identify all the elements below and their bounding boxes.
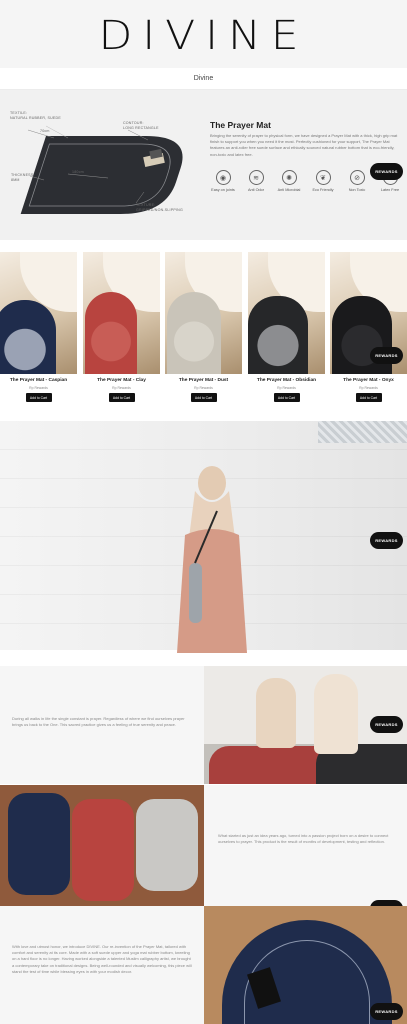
story-text: During all walks in life the single cons… <box>12 716 185 728</box>
feature-label: Eco Friendly <box>312 188 334 192</box>
feature-item: ◉ Easy on joints <box>208 170 238 192</box>
story-text-block: What started as just an idea years ago, … <box>204 785 407 906</box>
rewards-button[interactable]: REWARDS <box>370 347 403 364</box>
product-title[interactable]: The Prayer Mat - Onyx <box>330 378 407 383</box>
add-to-cart-button[interactable]: Add to Cart <box>108 393 135 402</box>
add-to-cart-button[interactable]: Add to Cart <box>190 393 217 402</box>
add-to-cart-button[interactable]: Add to Cart <box>273 393 300 402</box>
non-toxic-icon: ⊘ <box>349 170 365 185</box>
mat-swatch <box>248 296 308 374</box>
hero-title: The Prayer Mat <box>210 120 271 130</box>
sub-navigation: Divine <box>0 68 407 90</box>
feature-label: Latex Free <box>380 188 400 192</box>
callout-contour: CONTOUR: LONG RECTANGLE <box>123 121 159 130</box>
woman-with-mat-image <box>177 466 247 653</box>
product-title[interactable]: The Prayer Mat - Obsidian <box>248 378 325 383</box>
mat-swatch <box>85 292 137 374</box>
odor-icon: ≋ <box>248 170 264 185</box>
product-card[interactable]: The Prayer Mat - Caspian Rp Rewards Add … <box>0 252 77 402</box>
rewards-button[interactable]: REWARDS <box>370 1003 403 1020</box>
product-card[interactable]: The Prayer Mat - Onyx Rp Rewards Add to … <box>330 252 407 402</box>
feature-item: ≋ Anti Odor <box>241 170 271 192</box>
subnav-link-divine[interactable]: Divine <box>194 75 213 82</box>
rewards-button[interactable]: REWARDS <box>370 163 403 180</box>
feature-item: ⊘ Non Toxic <box>342 170 372 192</box>
story-text-block: During all walks in life the single cons… <box>0 666 204 784</box>
feature-label: Anti Odor <box>247 188 265 192</box>
story-text: With love and utmost honor, we introduce… <box>12 944 192 974</box>
callout-textile: TEXTILE: NATURAL RUBBER, SUEDE <box>10 111 61 120</box>
feature-label: Anti Microbial <box>277 188 301 192</box>
product-price: Rp Rewards <box>29 386 48 390</box>
dimension-width: 70cm <box>40 129 50 133</box>
pressure-point-icon: ◉ <box>215 170 231 185</box>
product-card[interactable]: The Prayer Mat - Obsidian Rp Rewards Add… <box>248 252 325 402</box>
product-price: Rp Rewards <box>359 386 378 390</box>
product-price: Rp Rewards <box>112 386 131 390</box>
lifestyle-banner <box>0 421 407 653</box>
product-title[interactable]: The Prayer Mat - Clay <box>83 378 160 383</box>
story-text: What started as just an idea years ago, … <box>218 833 389 845</box>
callout-texture: TEXTURE: GRIPPED/NON-SLIPPING <box>136 203 183 212</box>
mat-collection-image <box>0 785 204 906</box>
rewards-button[interactable]: REWARDS <box>370 716 403 733</box>
rewards-button[interactable]: REWARDS <box>370 532 403 549</box>
site-header: DIVINE <box>0 0 407 68</box>
feature-label: Non Toxic <box>348 188 366 192</box>
product-title[interactable]: The Prayer Mat - Caspian <box>0 378 77 383</box>
prayer-mat-diagram <box>20 125 183 214</box>
feature-item: ✺ Anti Microbial <box>274 170 304 192</box>
mat-swatch <box>167 292 221 374</box>
brand-logo[interactable]: DIVINE <box>98 13 308 59</box>
mat-swatch <box>0 300 56 374</box>
product-card[interactable]: The Prayer Mat - Dust Rp Rewards Add to … <box>165 252 242 402</box>
product-image[interactable] <box>83 252 160 374</box>
add-to-cart-button[interactable]: Add to Cart <box>25 393 52 402</box>
product-image[interactable] <box>165 252 242 374</box>
add-to-cart-button[interactable]: Add to Cart <box>355 393 382 402</box>
feature-label: Easy on joints <box>211 188 235 192</box>
hero-description: Bringing the serenity of prayer to physi… <box>210 133 398 157</box>
product-card[interactable]: The Prayer Mat - Clay Rp Rewards Add to … <box>83 252 160 402</box>
dimension-length: 180cm <box>72 170 84 174</box>
product-price: Rp Rewards <box>277 386 296 390</box>
product-price: Rp Rewards <box>194 386 213 390</box>
leaf-icon: ❦ <box>315 170 331 185</box>
microbial-icon: ✺ <box>281 170 297 185</box>
callout-thickness: THICKNESS: 8MM <box>11 173 35 182</box>
product-title[interactable]: The Prayer Mat - Dust <box>165 378 242 383</box>
product-image[interactable] <box>0 252 77 374</box>
story-text-block: With love and utmost honor, we introduce… <box>0 906 204 1024</box>
feature-item: ❦ Eco Friendly <box>308 170 338 192</box>
product-image[interactable] <box>248 252 325 374</box>
